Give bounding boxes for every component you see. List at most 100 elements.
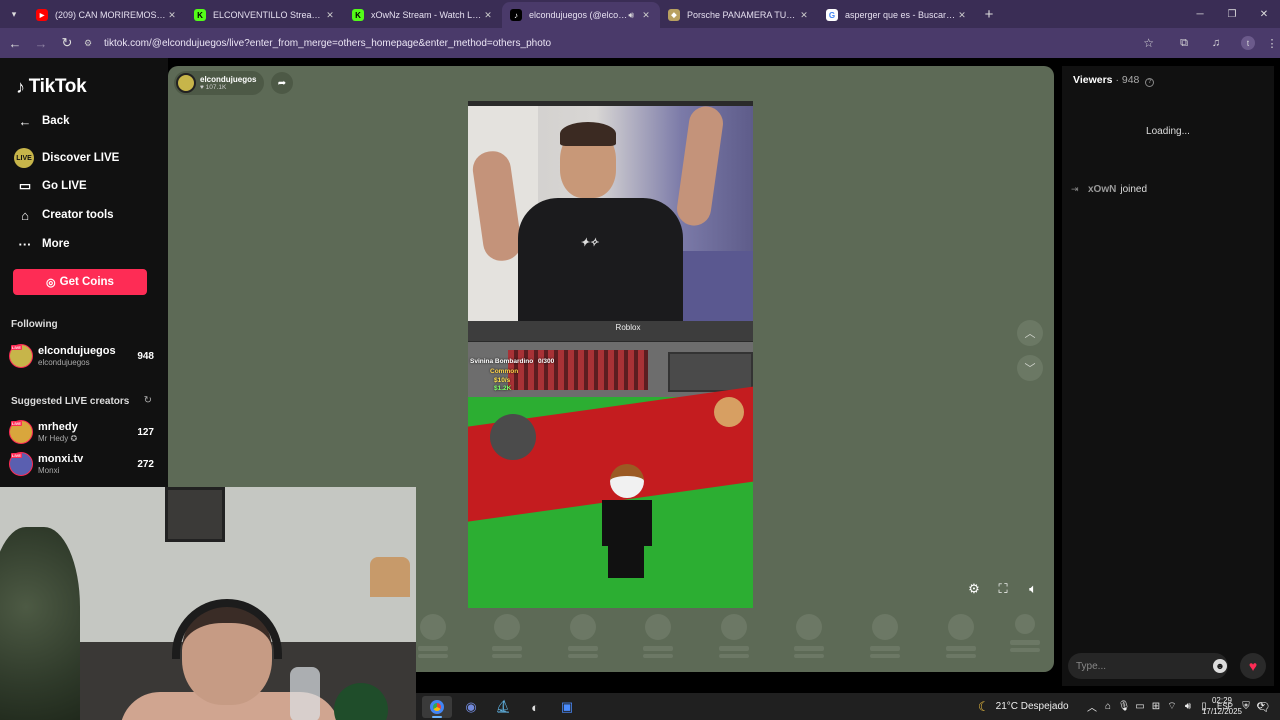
coin-icon: ◎ bbox=[46, 276, 56, 289]
tab-close-icon[interactable]: ✕ bbox=[798, 10, 810, 21]
settings-icon[interactable]: ⚙ bbox=[964, 579, 984, 599]
christmas-tree bbox=[0, 527, 80, 720]
app-tray-icon[interactable]: ⊞ bbox=[1148, 701, 1164, 712]
tiktok-icon: ♪ bbox=[510, 9, 522, 21]
back-arrow-icon[interactable]: ← bbox=[3, 31, 27, 55]
sidebar-item-more[interactable]: ··· More bbox=[14, 235, 70, 253]
gift-placeholder-line bbox=[946, 654, 976, 658]
chevron-up-icon[interactable]: ︿ bbox=[1084, 699, 1100, 714]
weather-widget[interactable]: ☾ 21°C Despejado bbox=[978, 693, 1069, 720]
tiktok-logo[interactable]: ♪ TikTok bbox=[16, 76, 87, 98]
help-icon[interactable]: ? bbox=[1145, 78, 1155, 87]
obs-icon[interactable]: ◐ bbox=[520, 696, 550, 718]
discord-icon[interactable]: ◉ bbox=[456, 696, 486, 718]
browser-tab[interactable]: K ELCONVENTILLO Stream - Watc✕ bbox=[186, 2, 344, 28]
previous-live-button[interactable]: ︿ bbox=[1017, 320, 1043, 346]
refresh-icon[interactable]: ↻ bbox=[144, 395, 152, 406]
get-coins-button[interactable]: ◎ Get Coins bbox=[13, 269, 147, 295]
verified-icon: ✪ bbox=[70, 434, 78, 443]
bookmark-star-icon[interactable]: ☆ bbox=[1143, 36, 1154, 50]
microphone-icon[interactable]: 🎙︎ bbox=[1116, 701, 1132, 712]
tab-close-icon[interactable]: ✕ bbox=[640, 10, 652, 21]
gift-placeholder-icon bbox=[494, 614, 520, 640]
speaker-icon[interactable]: 🔊︎ bbox=[1180, 701, 1196, 712]
like-heart-icon[interactable]: ♥ bbox=[1240, 653, 1266, 679]
live-badge: LIVE bbox=[11, 421, 22, 426]
enter-icon: ⇥ bbox=[1071, 184, 1079, 194]
emoji-icon[interactable]: ☻ bbox=[1213, 659, 1227, 673]
sidebar-item-go-live[interactable]: ▭ Go LIVE bbox=[14, 177, 87, 195]
suggested-creator[interactable]: LIVE monxi.tv Monxi 272 bbox=[9, 450, 154, 478]
volume-icon[interactable]: 🔈︎ bbox=[1023, 579, 1043, 599]
joined-username[interactable]: xOwN bbox=[1088, 184, 1116, 195]
tab-title: elcondujuegos (@elcondu bbox=[529, 10, 629, 20]
avatar: LIVE bbox=[9, 344, 33, 368]
tab-title: xOwNz Stream - Watch Live on bbox=[371, 10, 482, 20]
tab-close-icon[interactable]: ✕ bbox=[166, 10, 178, 21]
forward-arrow-icon[interactable]: → bbox=[29, 31, 53, 55]
browser-tab[interactable]: KxOwNz Stream - Watch Live on✕ bbox=[344, 2, 502, 28]
clock-time: 02:29 bbox=[1211, 696, 1233, 705]
viewer-count: 948 bbox=[137, 350, 154, 362]
browser-tab[interactable]: ▶ (209) CAN MORIREMOS TIAN M✕ bbox=[28, 2, 186, 28]
tab-close-icon[interactable]: ✕ bbox=[482, 10, 494, 21]
following-title: Following bbox=[11, 319, 58, 330]
gift-placeholder bbox=[643, 614, 673, 660]
chrome-icon[interactable] bbox=[422, 696, 452, 718]
gift-placeholder-line bbox=[946, 646, 976, 651]
next-live-button[interactable]: ﹀ bbox=[1017, 355, 1043, 381]
clock[interactable]: 02:29 17/12/2025 bbox=[1196, 695, 1248, 717]
tab-close-icon[interactable]: ✕ bbox=[956, 10, 968, 21]
fullscreen-icon[interactable]: ⛶ bbox=[993, 579, 1013, 599]
arrow-left-icon: ← bbox=[18, 113, 32, 129]
browser-tab[interactable]: Gasperger que es - Buscar con G✕ bbox=[818, 2, 976, 28]
minimize-icon[interactable]: ─ bbox=[1184, 0, 1216, 28]
browser-tab[interactable]: ♪ elcondujuegos (@elcondu 🔊︎ ✕ bbox=[502, 2, 660, 28]
site-info-icon[interactable]: ⚙ bbox=[78, 38, 98, 49]
chrome-logo bbox=[430, 700, 444, 714]
reload-icon[interactable]: ↻ bbox=[55, 31, 79, 55]
tab-close-icon[interactable]: ✕ bbox=[324, 10, 336, 21]
new-tab-button[interactable]: + bbox=[976, 6, 1002, 23]
wifi-icon[interactable]: ⌔ bbox=[1164, 700, 1180, 713]
creator-name: mrhedy bbox=[38, 421, 78, 433]
close-window-icon[interactable]: ✕ bbox=[1248, 0, 1280, 28]
tab-audio-icon[interactable]: 🔊︎ bbox=[628, 10, 634, 21]
creator-names: elcondujuegos elcondujuegos bbox=[38, 345, 137, 367]
video-stream[interactable]: ✦✧ Roblox Svinina Bombardino 0/300 Commo… bbox=[468, 101, 753, 608]
streamer-chip[interactable]: elcondujuegos ♥ 107.1K bbox=[174, 71, 264, 95]
address-bar[interactable]: ⚙ tiktok.com/@elcondujuegos/live?enter_f… bbox=[78, 32, 1164, 54]
creator-handle: Monxi bbox=[38, 466, 60, 475]
app-icon[interactable]: ▣ bbox=[552, 696, 582, 718]
likes-row: ♥ 107.1K bbox=[200, 84, 256, 91]
gift-placeholder-icon bbox=[420, 614, 446, 640]
extensions-icon[interactable]: ⧉ bbox=[1168, 37, 1200, 50]
sidebar-item-label: Creator tools bbox=[42, 209, 114, 221]
menu-dots-icon[interactable]: ⋮ bbox=[1264, 37, 1280, 50]
browser-tab[interactable]: ◆ Porsche PANAMERA TURBO V8✕ bbox=[660, 2, 818, 28]
sidebar-item-creator-tools[interactable]: ⌂ Creator tools bbox=[14, 206, 114, 224]
streamer-name: elcondujuegos bbox=[200, 75, 257, 84]
share-icon[interactable]: ➦ bbox=[271, 72, 293, 94]
chat-input[interactable] bbox=[1068, 653, 1228, 679]
media-control-icon[interactable]: ♫ bbox=[1200, 37, 1232, 49]
following-creator[interactable]: LIVE elcondujuegos elcondujuegos 948 bbox=[9, 342, 154, 370]
display-icon[interactable]: ▭ bbox=[1132, 701, 1148, 712]
maximize-icon[interactable]: ❐ bbox=[1216, 0, 1248, 28]
clock-date: 17/12/2025 bbox=[1201, 707, 1243, 716]
tab-title: ELCONVENTILLO Stream - Watc bbox=[213, 10, 324, 20]
network-icon[interactable]: ⌂ bbox=[1100, 701, 1116, 712]
wall-picture bbox=[165, 487, 225, 542]
creator-names: mrhedy Mr Hedy ✪ bbox=[38, 421, 137, 443]
game-text: 0/300 bbox=[538, 358, 555, 365]
sidebar-item-discover-live[interactable]: LIVE Discover LIVE bbox=[14, 148, 119, 168]
tab-search-button[interactable]: ▾ bbox=[0, 0, 28, 28]
suggested-creator[interactable]: LIVE mrhedy Mr Hedy ✪ 127 bbox=[9, 418, 154, 446]
chat-panel: Viewers · 948 ? Loading... ⇥ xOwN joined… bbox=[1062, 66, 1274, 686]
profile-avatar[interactable]: t bbox=[1241, 36, 1255, 50]
sidebar-item-back[interactable]: ← Back bbox=[14, 112, 70, 130]
steam-icon[interactable]: ⛵︎ bbox=[488, 696, 518, 718]
url-text: tiktok.com/@elcondujuegos/live?enter_fro… bbox=[104, 37, 552, 49]
viewers-header[interactable]: Viewers · 948 ? bbox=[1073, 74, 1155, 87]
notifications-icon[interactable]: 🗨︎ bbox=[1248, 696, 1278, 718]
